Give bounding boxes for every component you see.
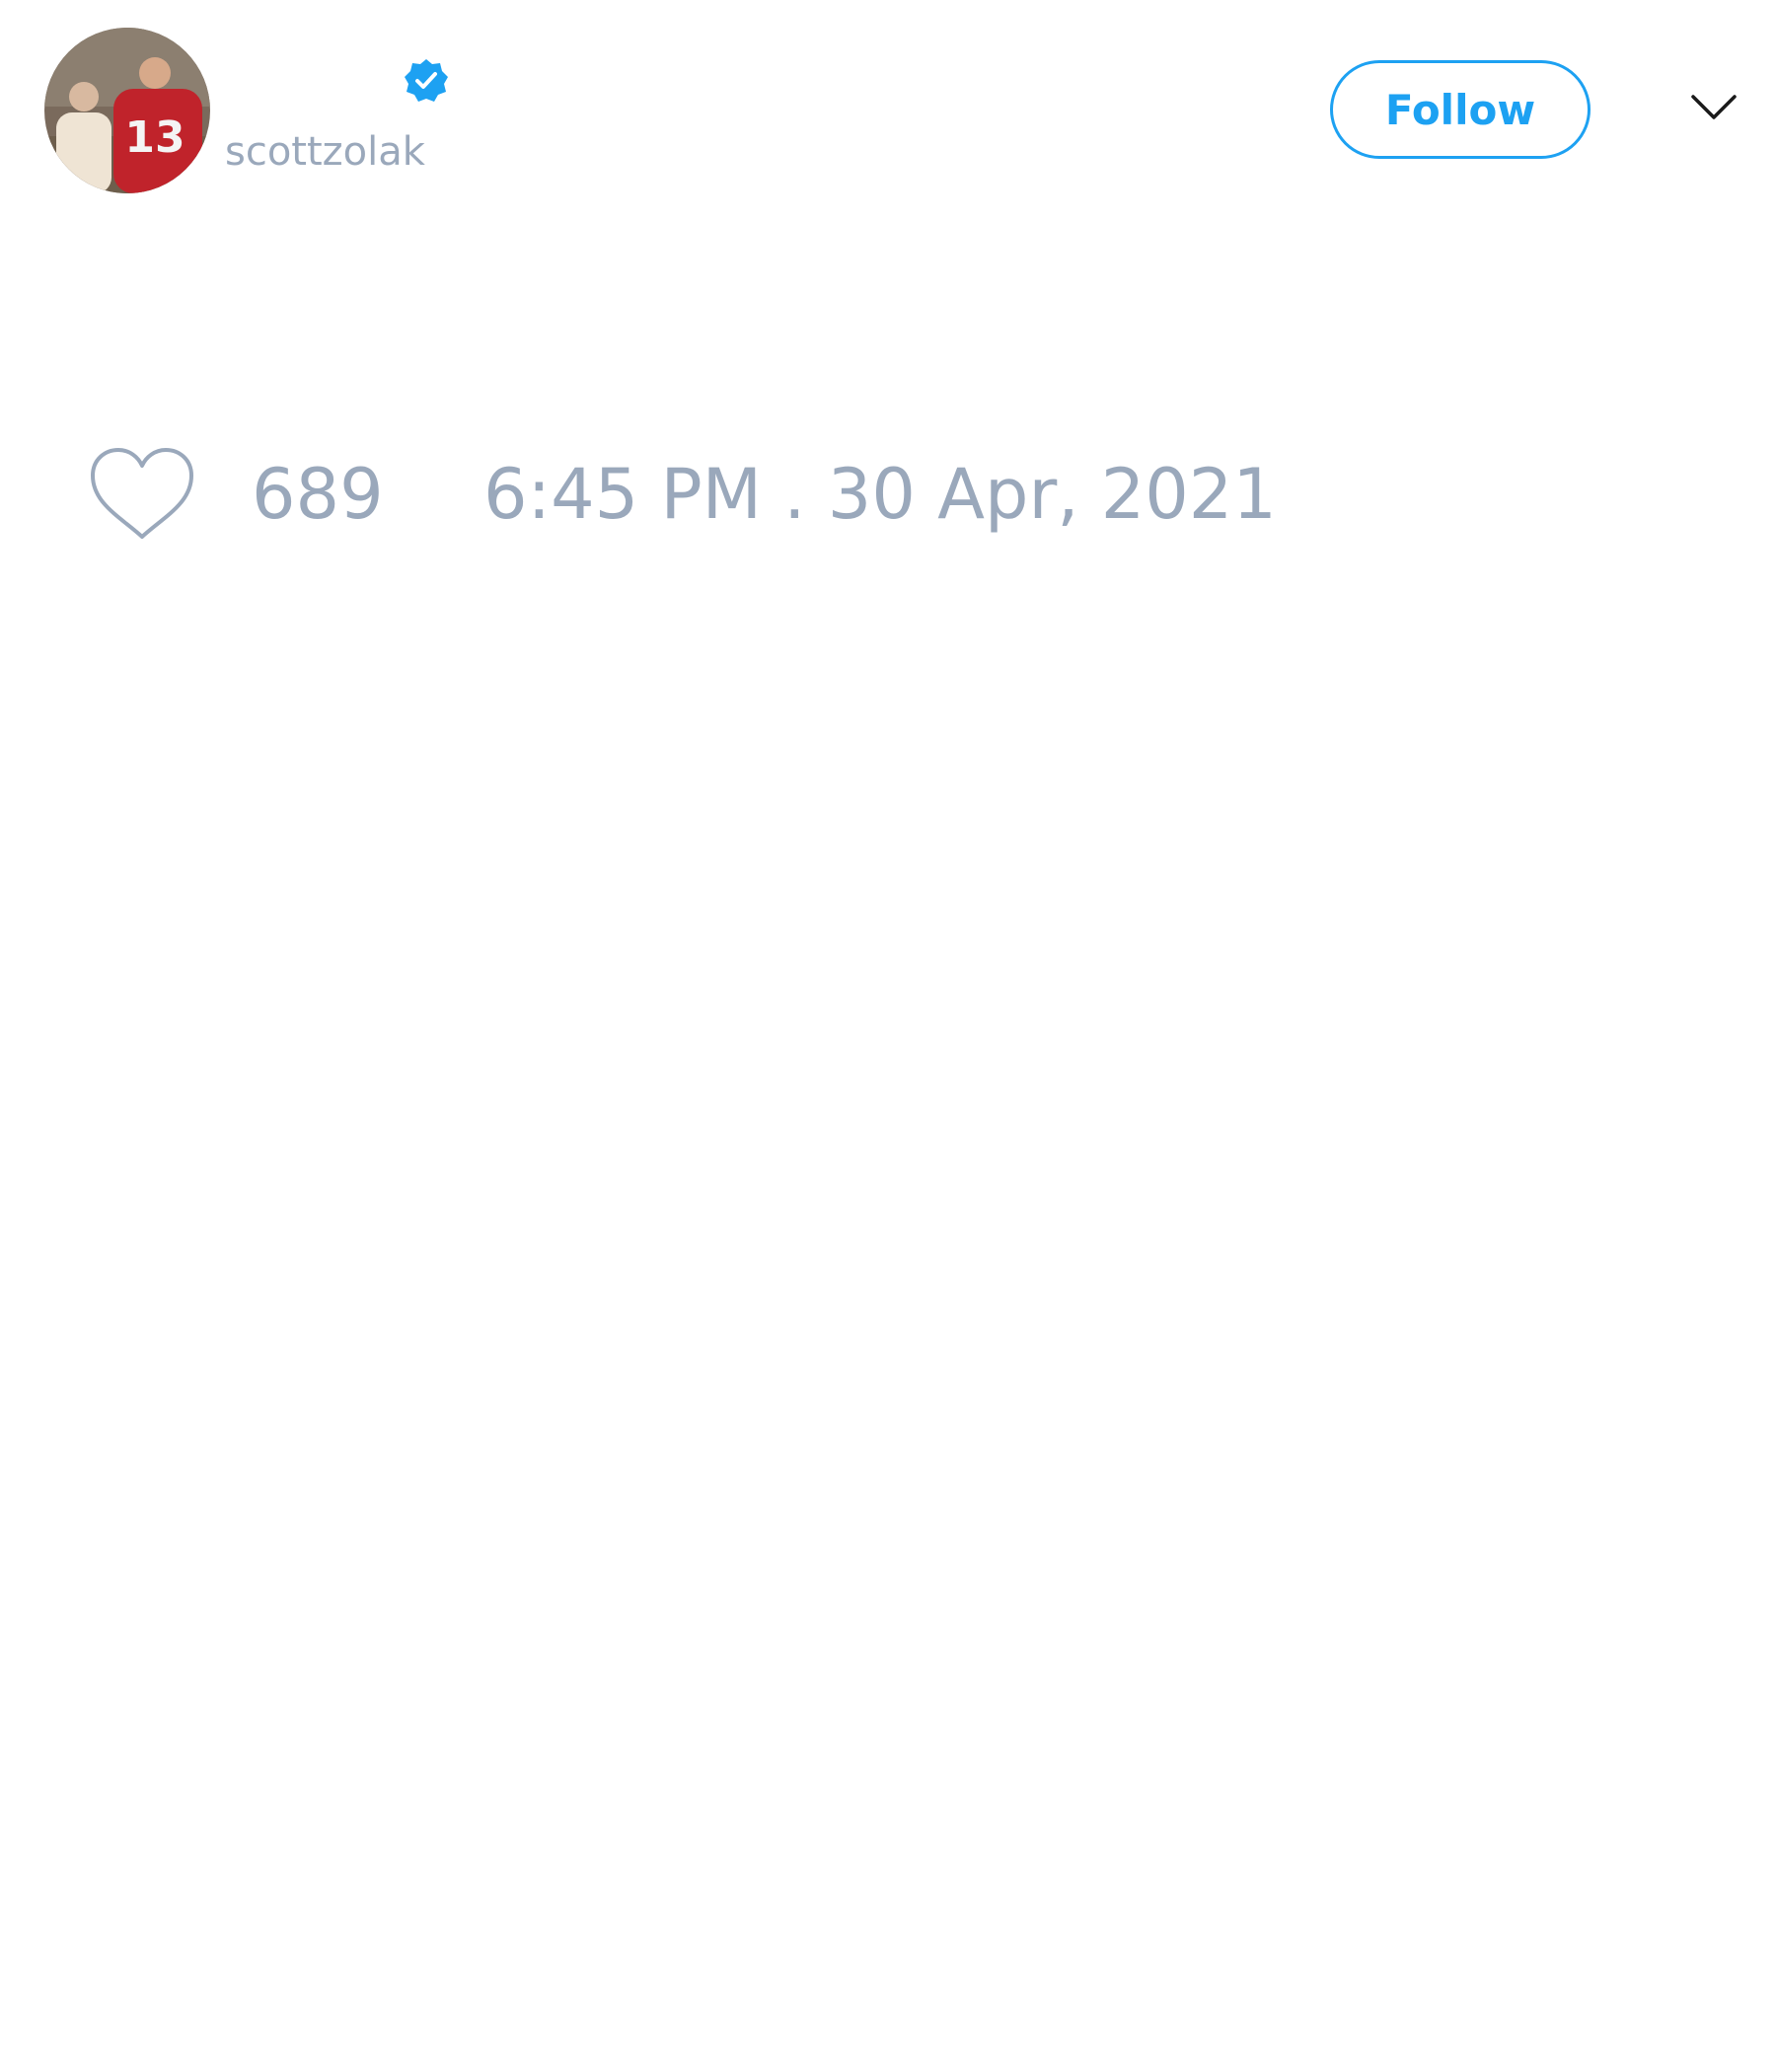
verified-badge-icon: [403, 57, 450, 105]
follow-button[interactable]: Follow: [1330, 60, 1591, 159]
chevron-down-icon[interactable]: [1689, 91, 1739, 124]
tweet-timestamp[interactable]: 6:45 PM . 30 Apr, 2021: [483, 452, 1277, 537]
svg-text:13: 13: [124, 112, 185, 163]
author-handle[interactable]: scottzolak: [225, 126, 425, 178]
heart-icon[interactable]: [87, 446, 197, 545]
like-count: 689: [252, 454, 384, 535]
avatar[interactable]: 13: [44, 28, 210, 193]
